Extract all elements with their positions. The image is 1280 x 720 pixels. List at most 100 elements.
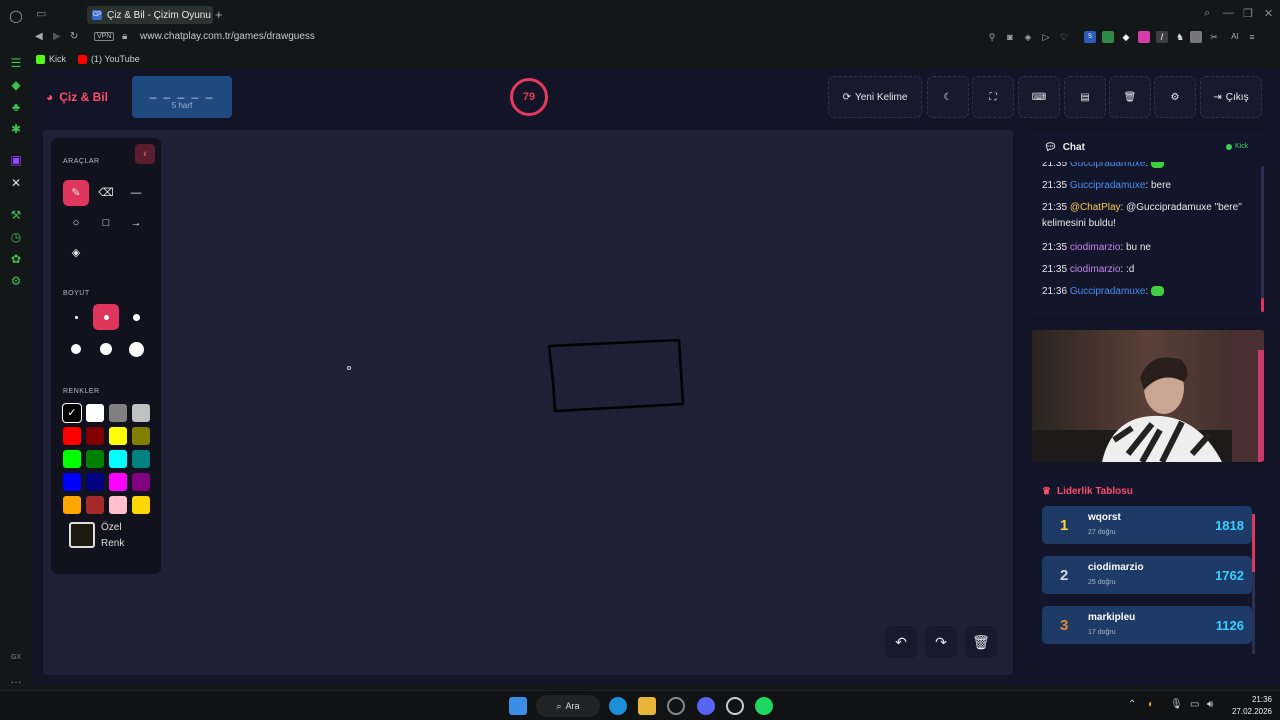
- exit-button[interactable]: ⇥ Çıkış: [1200, 76, 1262, 118]
- chat-username[interactable]: Guccipradamuxe: [1070, 180, 1146, 191]
- size-option-6[interactable]: [123, 336, 149, 362]
- vpn-badge[interactable]: VPN: [94, 32, 115, 41]
- rectangle-tool[interactable]: □: [93, 210, 119, 236]
- chat-scrollbar[interactable]: [1261, 166, 1264, 312]
- leaderboard-scroll-thumb[interactable]: [1252, 514, 1255, 572]
- size-option-4[interactable]: [63, 336, 89, 362]
- line-tool[interactable]: —: [123, 180, 149, 206]
- extension-icon[interactable]: /: [1156, 31, 1168, 43]
- redo-button[interactable]: ↷: [925, 626, 957, 658]
- new-tab-button[interactable]: +: [215, 7, 223, 22]
- custom-color-picker[interactable]: [69, 522, 95, 548]
- reload-button[interactable]: ↻: [70, 31, 78, 42]
- color-swatch[interactable]: [132, 450, 150, 468]
- extensions-icon[interactable]: ✿: [8, 251, 24, 267]
- tray-chevron-icon[interactable]: ⌃: [1128, 699, 1136, 710]
- eraser-tool[interactable]: ⌫: [93, 180, 119, 206]
- windows-start-icon[interactable]: [509, 697, 527, 715]
- chat-username[interactable]: Guccipradamuxe: [1070, 286, 1146, 297]
- play-icon[interactable]: ▷: [1040, 31, 1052, 43]
- gx-corner-icon[interactable]: ◆: [8, 77, 24, 93]
- extension-icon[interactable]: [1102, 31, 1114, 43]
- twitch-icon[interactable]: ▣: [8, 152, 24, 168]
- extension-icon[interactable]: ♞: [1174, 31, 1186, 43]
- fullscreen-button[interactable]: ⛶: [972, 76, 1014, 118]
- chat-messages[interactable]: 21:35 Guccipradamuxe: 21:35 Guccipradamu…: [1042, 162, 1258, 312]
- pin-icon[interactable]: ⚲: [986, 31, 998, 43]
- color-swatch[interactable]: [109, 496, 127, 514]
- color-swatch[interactable]: [86, 496, 104, 514]
- x-twitter-icon[interactable]: ✕: [8, 175, 24, 191]
- color-swatch[interactable]: [63, 496, 81, 514]
- opera-gx-icon[interactable]: [667, 697, 685, 715]
- bookmark-kick[interactable]: Kick: [36, 54, 66, 64]
- dark-mode-button[interactable]: ☾: [927, 76, 969, 118]
- arrow-tool[interactable]: →: [123, 210, 149, 236]
- maximize-button[interactable]: ❐: [1243, 7, 1253, 20]
- keyboard-button[interactable]: ⌨: [1018, 76, 1060, 118]
- size-option-2[interactable]: [93, 304, 119, 330]
- discord-icon[interactable]: [697, 697, 715, 715]
- extension-icon[interactable]: ◆: [1120, 31, 1132, 43]
- clear-canvas-button[interactable]: 🗑︎: [965, 626, 997, 658]
- leaderboard-scrollbar[interactable]: [1252, 514, 1255, 654]
- fill-tool[interactable]: ◈: [63, 240, 89, 266]
- shield-icon[interactable]: ◈: [1022, 31, 1034, 43]
- chat-username[interactable]: Guccipradamuxe: [1070, 162, 1146, 169]
- chat-username[interactable]: ciodimarzio: [1070, 264, 1121, 275]
- color-swatch[interactable]: [63, 427, 81, 445]
- settings-icon[interactable]: ⚙: [8, 273, 24, 289]
- size-option-3[interactable]: [123, 304, 149, 330]
- archive-button[interactable]: ▤: [1064, 76, 1106, 118]
- taskbar-search[interactable]: ⌕ Ara: [536, 695, 600, 717]
- search-tabs-icon[interactable]: ⌕: [1204, 7, 1210, 20]
- color-swatch[interactable]: [86, 450, 104, 468]
- extensions-puzzle-icon[interactable]: ✂: [1208, 31, 1220, 43]
- delete-button[interactable]: 🗑︎: [1109, 76, 1151, 118]
- url-field[interactable]: www.chatplay.com.tr/games/drawguess: [140, 31, 315, 42]
- heart-icon[interactable]: ♡: [1058, 31, 1070, 43]
- taskbar-clock[interactable]: 21:36 27.02.2026: [1226, 694, 1272, 718]
- size-option-1[interactable]: [63, 304, 89, 330]
- brush-tool[interactable]: ✎: [63, 180, 89, 206]
- volume-icon[interactable]: 🔊︎: [1207, 699, 1213, 710]
- settings-button[interactable]: ⚙: [1154, 76, 1196, 118]
- chat-username[interactable]: @ChatPlay: [1070, 202, 1121, 213]
- chat-username[interactable]: ciodimarzio: [1070, 242, 1121, 253]
- gx-control-icon[interactable]: ☰: [8, 55, 24, 71]
- color-swatch[interactable]: [109, 404, 127, 422]
- file-explorer-icon[interactable]: [638, 697, 656, 715]
- color-swatch[interactable]: [109, 450, 127, 468]
- opera-logo-icon[interactable]: ◯: [8, 8, 24, 24]
- color-swatch[interactable]: [86, 427, 104, 445]
- color-swatch[interactable]: [132, 473, 150, 491]
- menu-icon[interactable]: ≡: [1246, 31, 1258, 43]
- color-swatch[interactable]: [132, 404, 150, 422]
- color-swatch[interactable]: [86, 404, 104, 422]
- back-button[interactable]: ◀: [35, 31, 43, 42]
- close-button[interactable]: ✕: [1264, 7, 1273, 20]
- app-logo[interactable]: ◕ Çiz & Bil: [46, 90, 108, 104]
- size-option-5[interactable]: [93, 336, 119, 362]
- color-swatch[interactable]: [132, 496, 150, 514]
- undo-button[interactable]: ↶: [885, 626, 917, 658]
- history-icon[interactable]: ◷: [8, 229, 24, 245]
- bookmark-youtube[interactable]: (1) YouTube: [78, 54, 140, 64]
- minimize-button[interactable]: —: [1223, 7, 1234, 19]
- workspace-icon[interactable]: ▭: [36, 7, 46, 20]
- spotify-icon[interactable]: [755, 697, 773, 715]
- extension-icon[interactable]: [1138, 31, 1150, 43]
- color-swatch[interactable]: [63, 473, 81, 491]
- collapse-panel-button[interactable]: ‹: [135, 144, 155, 164]
- drawing-canvas[interactable]: ARAÇLAR ‹ ✎ ⌫ — ○ □ → ◈ BOYUT RENKLER ✓ …: [43, 130, 1013, 675]
- tray-app-icon[interactable]: ◐: [1148, 699, 1154, 710]
- color-swatch[interactable]: [86, 473, 104, 491]
- color-swatch[interactable]: [109, 473, 127, 491]
- steam-icon[interactable]: [726, 697, 744, 715]
- extension-icon[interactable]: S: [1084, 31, 1096, 43]
- new-word-button[interactable]: ⟳ Yeni Kelime: [828, 76, 922, 118]
- chat-scroll-thumb[interactable]: [1261, 298, 1264, 312]
- forward-button[interactable]: ▶: [53, 31, 61, 42]
- edge-icon[interactable]: [609, 697, 627, 715]
- color-swatch[interactable]: [63, 450, 81, 468]
